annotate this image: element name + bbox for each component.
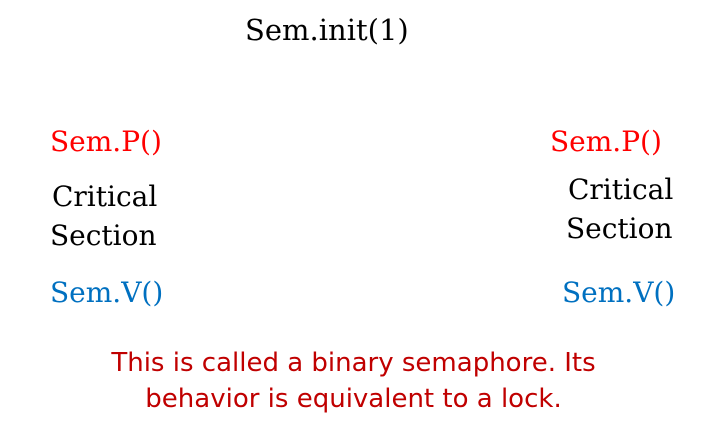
left-critical-label: Critical — [52, 180, 158, 213]
right-sem-v: Sem.V() — [562, 276, 676, 309]
note-line-2: behavior is equivalent to a lock. — [145, 384, 562, 414]
note-line-1: This is called a binary semaphore. Its — [111, 348, 596, 378]
left-sem-p: Sem.P() — [50, 125, 162, 158]
right-sem-p: Sem.P() — [550, 125, 662, 158]
left-sem-v: Sem.V() — [50, 276, 164, 309]
left-section-label: Section — [50, 219, 157, 252]
right-critical-label: Critical — [568, 173, 674, 206]
semaphore-init-title: Sem.init(1) — [245, 13, 409, 47]
right-section-label: Section — [566, 212, 673, 245]
binary-semaphore-note: This is called a binary semaphore. Its b… — [0, 345, 707, 417]
